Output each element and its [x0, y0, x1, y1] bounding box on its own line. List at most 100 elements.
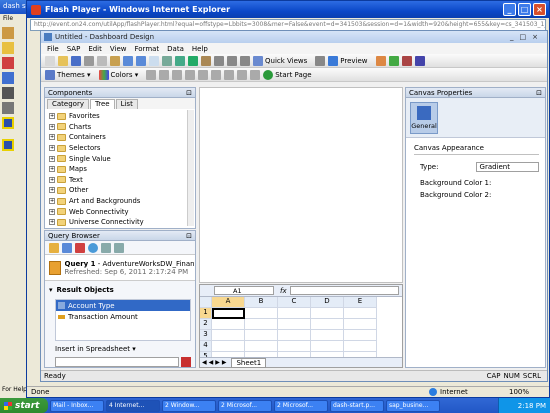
menu-sap[interactable]: SAP	[67, 45, 81, 53]
cell[interactable]	[311, 319, 344, 330]
cell[interactable]	[245, 341, 278, 352]
menu-data[interactable]: Data	[167, 45, 184, 53]
cell[interactable]	[311, 308, 344, 319]
formula-input[interactable]	[289, 286, 399, 295]
data-icon[interactable]	[175, 55, 185, 66]
tree-item-art[interactable]: + Art and Backgrounds	[49, 196, 195, 207]
tab-list[interactable]: List	[115, 98, 138, 109]
task-dash-start[interactable]: dash-start.p...	[330, 399, 384, 412]
minimize-button[interactable]: _	[503, 3, 516, 16]
bold-icon[interactable]	[146, 69, 157, 80]
type-select[interactable]: Gradient	[475, 162, 539, 172]
cell[interactable]	[278, 330, 311, 341]
flash-export-icon[interactable]	[401, 55, 412, 66]
menu-help[interactable]: Help	[192, 45, 208, 53]
pointer-icon[interactable]	[149, 55, 159, 66]
italic-icon[interactable]	[159, 69, 170, 80]
open-icon[interactable]	[58, 55, 68, 66]
expand-icon[interactable]: +	[49, 166, 55, 173]
menu-file[interactable]: File	[47, 45, 59, 53]
copy-icon[interactable]	[97, 55, 107, 66]
thumb-icon-1[interactable]	[2, 117, 14, 129]
themes-button[interactable]: Themes ▾	[45, 69, 91, 80]
tree-item-web[interactable]: + Web Connectivity	[49, 206, 195, 217]
expand-icon[interactable]: +	[49, 219, 55, 226]
expand-icon[interactable]: +	[49, 113, 55, 120]
expand-icon[interactable]: +	[49, 145, 55, 152]
undo-icon[interactable]	[123, 55, 133, 66]
row-header[interactable]: 2	[200, 319, 212, 330]
cell[interactable]	[344, 319, 377, 330]
pdf-icon[interactable]	[414, 55, 425, 66]
expand-icon[interactable]: +	[49, 198, 55, 205]
font-icon[interactable]	[198, 69, 209, 80]
cell[interactable]	[212, 319, 245, 330]
active-cell[interactable]	[212, 308, 245, 319]
colors-button[interactable]: Colors ▾	[98, 69, 138, 80]
close-button[interactable]: ×	[533, 3, 546, 16]
sheet-tab[interactable]: Sheet1	[231, 357, 267, 368]
name-box[interactable]: A1	[214, 286, 274, 295]
thumb-icon-2[interactable]	[2, 139, 14, 151]
clock[interactable]: 2:18 PM	[518, 402, 546, 410]
tree-item-maps[interactable]: + Maps	[49, 164, 195, 175]
tree-item-single-value[interactable]: + Single Value	[49, 153, 195, 164]
size-icon[interactable]	[185, 69, 196, 80]
cell[interactable]	[278, 341, 311, 352]
move-down-icon[interactable]	[114, 242, 124, 253]
refresh-icon[interactable]	[88, 242, 98, 253]
align3-icon[interactable]	[240, 55, 250, 66]
column-header[interactable]: C	[278, 297, 311, 308]
tree-item-charts[interactable]: + Charts	[49, 122, 195, 133]
select-icon[interactable]	[2, 102, 14, 114]
quick-views-button[interactable]: Quick Views	[253, 55, 307, 66]
cell[interactable]	[344, 341, 377, 352]
border-icon[interactable]	[224, 69, 235, 80]
tool-icon-1[interactable]	[2, 27, 14, 39]
task-window[interactable]: 2 Window...	[162, 399, 216, 412]
task-microsoft-1[interactable]: 2 Microsof...	[218, 399, 272, 412]
result-item-account-type[interactable]: Account Type	[56, 300, 190, 311]
move-up-icon[interactable]	[101, 242, 111, 253]
components-scrollbar[interactable]	[187, 110, 194, 226]
line-icon[interactable]	[2, 72, 14, 84]
grid-icon[interactable]	[162, 55, 172, 66]
menu-edit[interactable]: Edit	[88, 45, 102, 53]
column-header[interactable]: E	[344, 297, 377, 308]
task-sap-business[interactable]: sap_busine...	[386, 399, 440, 412]
cell[interactable]	[212, 330, 245, 341]
pin-icon[interactable]: ⊡	[186, 89, 192, 97]
new-icon[interactable]	[45, 55, 55, 66]
redo-icon[interactable]	[136, 55, 146, 66]
align-icon[interactable]	[214, 55, 224, 66]
column-header[interactable]: D	[311, 297, 344, 308]
row-header[interactable]: 3	[200, 330, 212, 341]
column-header[interactable]: B	[245, 297, 278, 308]
expand-icon[interactable]: +	[49, 155, 55, 162]
cell[interactable]	[212, 341, 245, 352]
delete-query-icon[interactable]	[75, 242, 85, 253]
tree-item-containers[interactable]: + Containers	[49, 132, 195, 143]
align2-icon[interactable]	[227, 55, 237, 66]
expand-icon[interactable]: +	[49, 123, 55, 130]
expand-icon[interactable]: +	[49, 208, 55, 215]
column-header[interactable]: A	[212, 297, 245, 308]
preview-button[interactable]: Preview	[328, 55, 368, 66]
tree-item-text[interactable]: + Text	[49, 175, 195, 186]
row-header[interactable]: 4	[200, 341, 212, 352]
pin-icon[interactable]: ⊡	[536, 89, 542, 97]
collapse-icon[interactable]: ▾	[49, 286, 53, 294]
cut-icon[interactable]	[84, 55, 94, 66]
ie-zoom[interactable]: 100%	[509, 388, 549, 396]
cell-selector-icon[interactable]	[181, 357, 191, 367]
task-internet[interactable]: 4 Internet...	[106, 399, 160, 412]
dd-window-controls[interactable]: _□×	[510, 33, 544, 41]
save-icon[interactable]	[71, 55, 81, 66]
format-icon[interactable]	[237, 69, 248, 80]
tree-item-favorites[interactable]: + Favorites	[49, 111, 195, 122]
cell[interactable]	[344, 308, 377, 319]
paste-icon[interactable]	[110, 55, 120, 66]
pencil-icon[interactable]	[2, 42, 14, 54]
general-tab[interactable]: General	[410, 102, 438, 134]
canvas-area[interactable]	[199, 87, 403, 283]
